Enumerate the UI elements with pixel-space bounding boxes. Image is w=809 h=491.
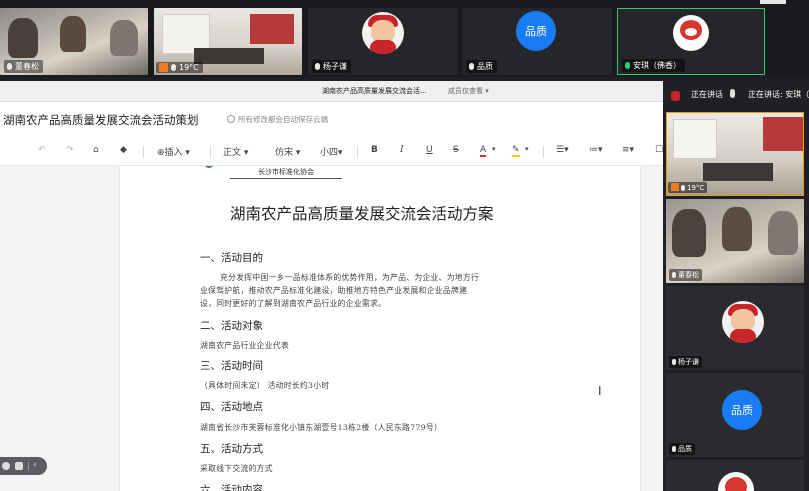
participant-name: 品质 (466, 60, 497, 73)
video-tile-yangziqian[interactable]: 杨子谦 (308, 8, 458, 75)
org-name: 长沙市标准化协会 (230, 167, 342, 179)
paragraph-line: 湖南农产品行业企业代表 (200, 341, 290, 350)
microphone-icon (681, 185, 685, 191)
section-title: 三、活动时间 (200, 360, 263, 372)
avatar (722, 301, 764, 343)
font-size-dropdown[interactable]: 小四▾ (320, 145, 343, 158)
paragraph-line: 业保驾护航，推动农产品标准化建设，助推地方特色产业发展和企业品牌建 (200, 286, 468, 295)
video-tile-dongchunsong[interactable]: 董春松 (666, 199, 804, 283)
video-tile-19c[interactable]: 19°C (666, 112, 804, 196)
microphone-icon (7, 63, 12, 70)
format-painter-icon[interactable]: ⌂ (93, 145, 99, 155)
video-tile-pinzhi[interactable]: 品质 品质 (462, 8, 612, 75)
section-title: 五、活动方式 (200, 443, 263, 455)
paragraph-line: 湖南省长沙市芙蓉标准化小镇东湖壹号13栋2楼（人民东路779号） (200, 423, 443, 432)
microphone-icon (672, 272, 676, 278)
microphone-icon (469, 63, 474, 70)
italic-button[interactable]: I (400, 145, 404, 155)
align-icon[interactable]: ☰▾ (556, 145, 569, 155)
video-tile-yangziqian[interactable]: 杨子谦 (666, 286, 804, 370)
paragraph-line: 采取线下交流的方式 (200, 464, 273, 473)
face-icon[interactable] (2, 462, 10, 470)
avatar: 品质 (516, 11, 556, 51)
orange-badge-icon (159, 63, 168, 72)
window-control[interactable] (760, 0, 786, 4)
underline-button[interactable]: U (426, 145, 433, 155)
document-header: 湖南农产品高质量发展交流会活动策划 所有修改都会自动保存云端 (0, 102, 663, 138)
participant-name: 品质 (669, 443, 695, 455)
video-tile-19c[interactable]: 19°C (154, 8, 302, 75)
checkbox-icon[interactable]: ☐ (655, 145, 663, 155)
video-tile-anqi[interactable] (666, 460, 804, 491)
section-title: 六、活动内容 (200, 484, 263, 491)
microphone-icon (625, 62, 630, 69)
document-title[interactable]: 湖南农产品高质量发展交流会活动策划 (3, 112, 199, 128)
paragraph-line: （具体时间未定） 活动时长约3小时 (200, 381, 330, 390)
paragraph-line: 充分发挥中国一乡一品标准体系的优势作用，为产品、为企业、为地方行 (220, 273, 480, 282)
bullet-list-icon[interactable]: ≔▾ (589, 145, 603, 155)
avatar (673, 15, 709, 51)
avatar: 品质 (722, 390, 762, 430)
microphone-icon (730, 89, 735, 98)
section-title: 一、活动目的 (200, 252, 263, 264)
participant-name: 董春松 (4, 60, 43, 73)
microphone-icon (171, 64, 176, 71)
save-status: 所有修改都会自动保存云端 (227, 114, 328, 125)
participant-name: 杨子谦 (669, 356, 702, 368)
avatar (671, 91, 680, 101)
participant-name: 19°C (668, 182, 708, 193)
strikethrough-button[interactable]: S (453, 145, 459, 155)
avatar (718, 472, 754, 491)
avatar (362, 12, 404, 54)
participant-name: 安琪（佛香） (622, 59, 685, 72)
text-cursor-icon: I (598, 384, 602, 398)
shared-doc-title: 湖南农产品高质量发展交流会活... (322, 87, 427, 95)
org-logo (204, 166, 214, 168)
video-strip: 董春松 19°C 杨子谦 品质 品质 安琪（佛香） (0, 0, 809, 77)
redo-icon[interactable]: ↷ (66, 145, 74, 155)
speaking-indicator: 正在讲话: 安琪（ (748, 90, 809, 99)
plus-circle-icon: ⊕ (157, 148, 165, 158)
microphone-icon (672, 359, 676, 365)
speaking-indicator: 正在讲话 (691, 90, 723, 99)
section-title: 四、活动地点 (200, 401, 263, 413)
video-tile-dongchunsong[interactable]: 董春松 (0, 8, 148, 75)
highlight-button[interactable]: ✎ (512, 145, 520, 157)
numbered-list-icon[interactable]: ≡▾ (622, 145, 634, 155)
chat-icon[interactable] (15, 462, 23, 470)
document-canvas: 长沙市标准化协会 湖南农产品高质量发展交流会活动方案 一、活动目的 充分发挥中国… (0, 166, 663, 491)
undo-icon[interactable]: ↶ (38, 145, 46, 155)
chevron-down-icon[interactable]: ▾ (525, 145, 529, 153)
bold-button[interactable]: B (371, 145, 378, 155)
doc-heading: 湖南农产品高质量发展交流会活动方案 (230, 205, 494, 223)
view-mode-dropdown[interactable]: 成员仅查看 ▾ (448, 86, 489, 96)
participants-panel: 正在讲话 正在讲话: 安琪（ 19°C 董春松 杨子谦 品质 品质 (663, 81, 809, 491)
font-color-button[interactable]: A (480, 145, 487, 157)
section-title: 二、活动对象 (200, 320, 263, 332)
clear-format-icon[interactable]: ◆ (120, 145, 127, 155)
paragraph-style-dropdown[interactable]: 正文 ▾ (223, 145, 248, 158)
shared-window-titlebar: 湖南农产品高质量发展交流会活... 成员仅查看 ▾ (0, 81, 663, 102)
font-family-dropdown[interactable]: 仿宋 ▾ (275, 145, 300, 158)
floating-control-bar[interactable]: ‹ (0, 457, 47, 475)
video-tile-anqi[interactable]: 安琪（佛香） (617, 8, 765, 75)
participant-name: 19°C (156, 62, 203, 73)
insert-button[interactable]: ⊕插入 ▾ (157, 145, 190, 158)
participant-name: 董春松 (669, 269, 702, 281)
check-circle-icon (227, 115, 235, 123)
orange-badge-icon (671, 183, 679, 191)
editor-toolbar: ↶ ↷ ⌂ ◆ ⊕插入 ▾ 正文 ▾ 仿宋 ▾ 小四▾ B I U S A ▾ … (0, 138, 663, 166)
chevron-left-icon[interactable]: ‹ (33, 460, 37, 470)
microphone-icon (672, 446, 676, 452)
participant-name: 杨子谦 (312, 60, 351, 73)
document-page[interactable]: 长沙市标准化协会 湖南农产品高质量发展交流会活动方案 一、活动目的 充分发挥中国… (120, 166, 640, 491)
video-tile-pinzhi[interactable]: 品质 品质 (666, 373, 804, 457)
chevron-down-icon[interactable]: ▾ (492, 145, 496, 153)
paragraph-line: 设，同时更好的了解到湖南农产品行业的企业需求。 (200, 299, 387, 308)
microphone-icon (315, 63, 320, 70)
